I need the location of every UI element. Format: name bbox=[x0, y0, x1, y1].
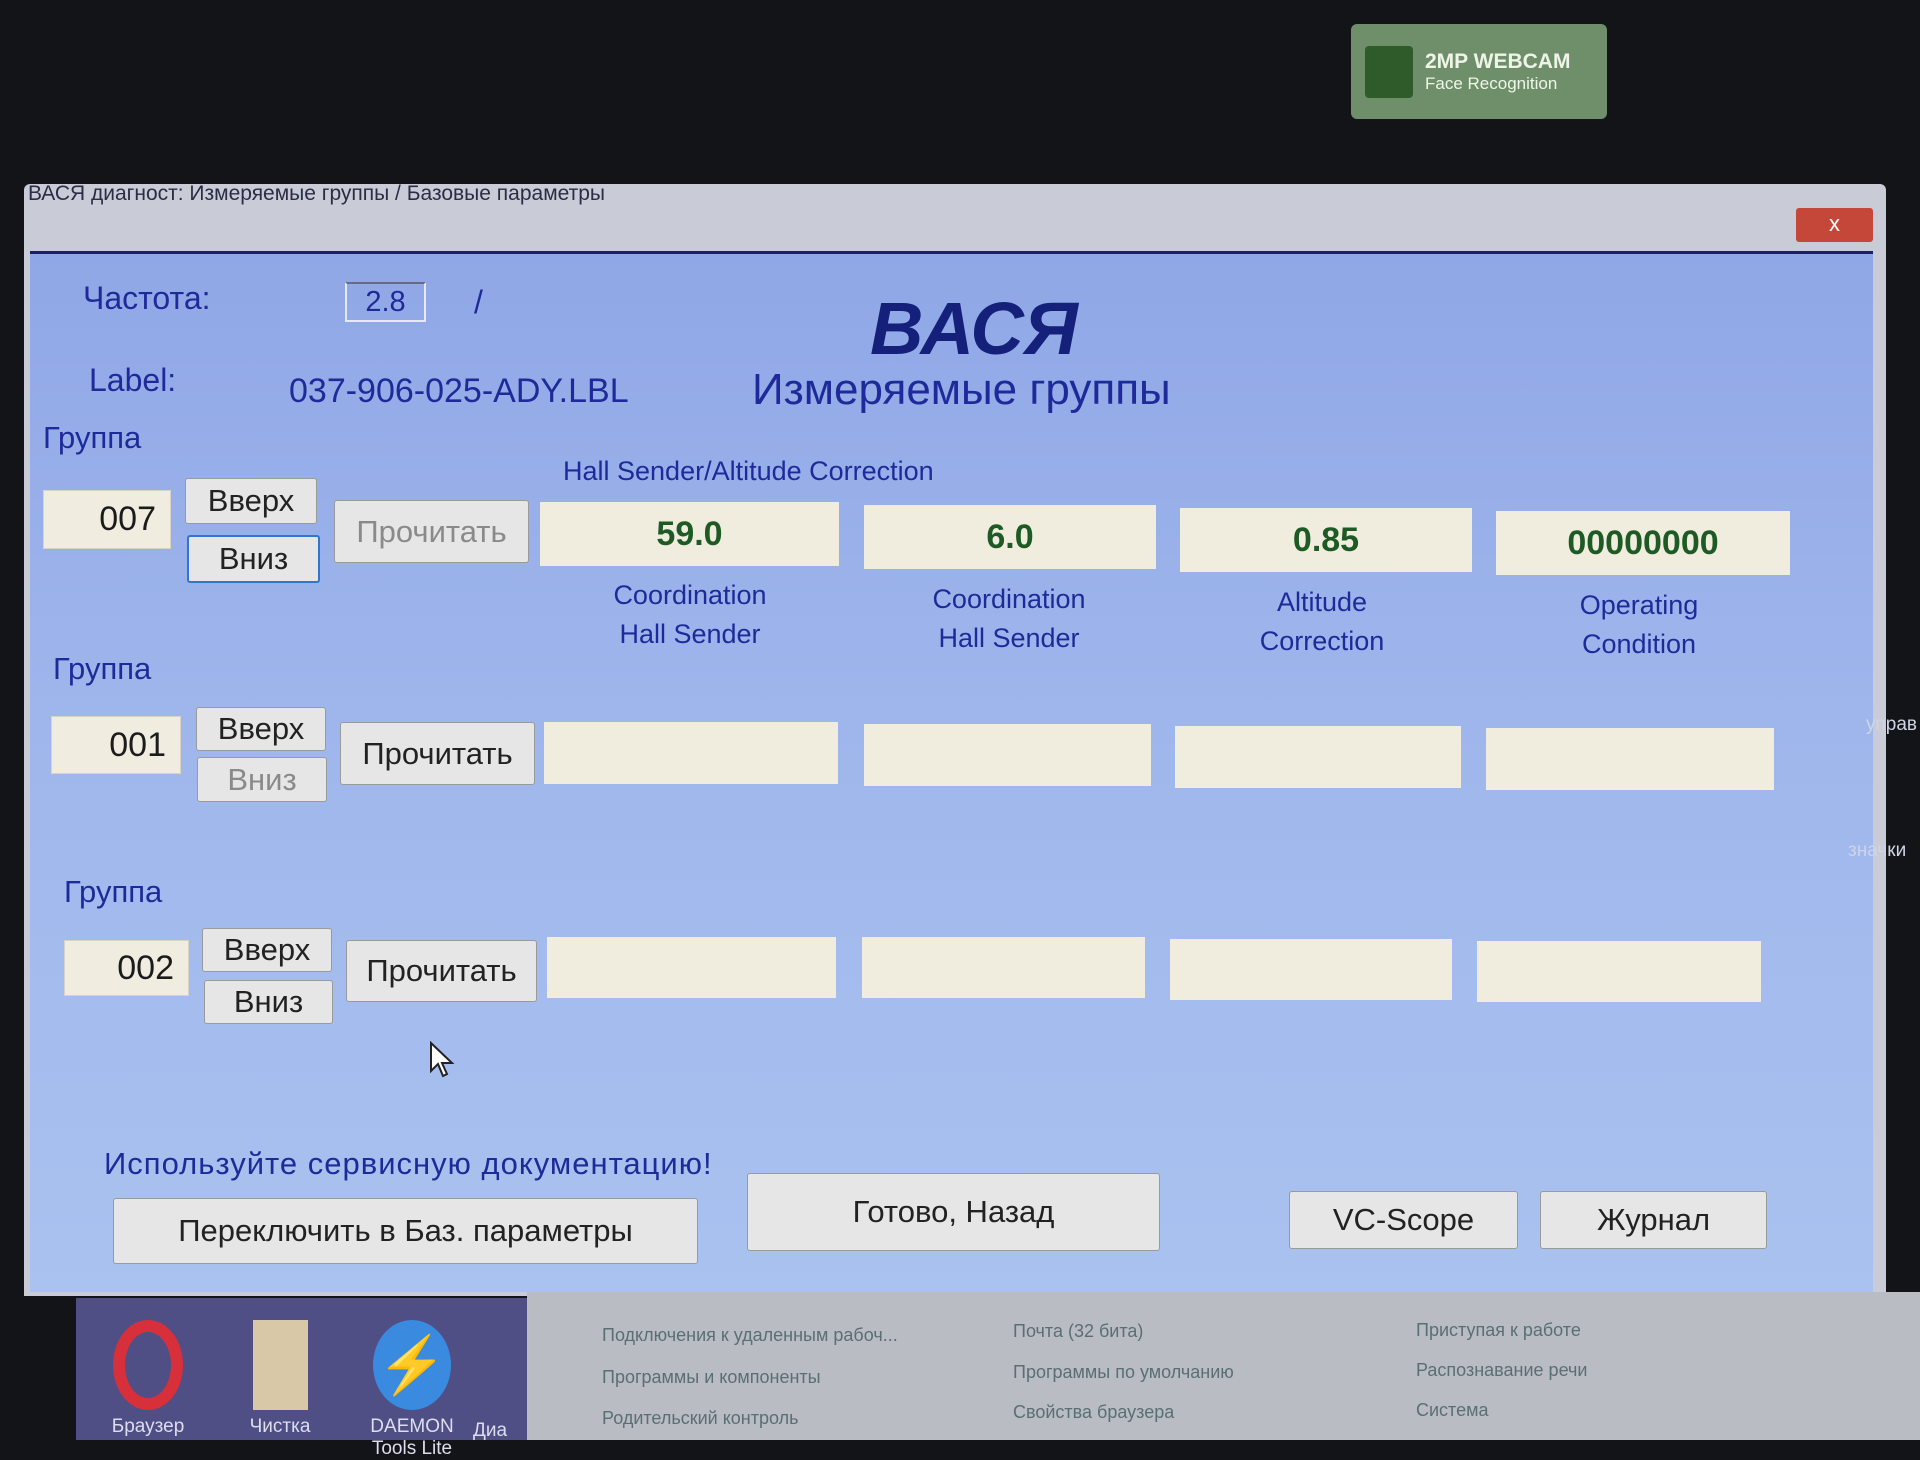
read-button[interactable]: Прочитать bbox=[346, 940, 537, 1002]
freq-value: 2.8 bbox=[345, 282, 426, 322]
app-logo-title: ВАСЯ bbox=[870, 287, 1078, 370]
group-caption: Группа bbox=[64, 874, 163, 909]
group-header: Hall Sender/Altitude Correction bbox=[563, 456, 934, 486]
webcam-badge: 2MP WEBCAM Face Recognition bbox=[1351, 24, 1607, 119]
down-button[interactable]: Вниз bbox=[197, 757, 327, 802]
label-label: Label: bbox=[89, 362, 177, 398]
up-button[interactable]: Вверх bbox=[196, 707, 326, 751]
value-field-1: 59.0 bbox=[540, 502, 839, 566]
cp-item[interactable]: Программы и компоненты bbox=[602, 1367, 821, 1388]
cp-item[interactable]: Родительский контроль bbox=[602, 1408, 799, 1429]
cp-item[interactable]: Почта (32 бита) bbox=[1013, 1321, 1143, 1342]
value-label-3: Altitude Correction bbox=[1259, 587, 1385, 656]
done-back-button[interactable]: Готово, Назад bbox=[747, 1173, 1160, 1251]
value-field-3 bbox=[1170, 939, 1452, 1000]
read-button[interactable]: Прочитать bbox=[340, 722, 535, 785]
close-button[interactable]: x bbox=[1796, 208, 1873, 242]
cp-item[interactable]: Программы по умолчанию bbox=[1013, 1362, 1234, 1383]
group-number-input[interactable]: 007 bbox=[43, 490, 171, 549]
webcam-title: 2MP WEBCAM bbox=[1425, 49, 1571, 73]
value-field-3 bbox=[1175, 726, 1461, 788]
value-label-1: Coordination Hall Sender bbox=[613, 580, 767, 649]
up-button[interactable]: Вверх bbox=[202, 928, 332, 972]
page-subtitle: Измеряемые группы bbox=[752, 365, 1171, 414]
label-value: 037-906-025-ADY.LBL bbox=[289, 372, 629, 410]
switch-basic-params-button[interactable]: Переключить в Баз. параметры bbox=[113, 1198, 698, 1264]
read-button[interactable]: Прочитать bbox=[334, 500, 529, 563]
desktop-icon-cleaner[interactable]: Чистка bbox=[220, 1320, 340, 1438]
group-number-input[interactable]: 001 bbox=[51, 716, 181, 774]
value-label-2: Coordination Hall Sender bbox=[932, 584, 1086, 653]
webcam-icon bbox=[1365, 45, 1413, 98]
desktop-icon-daemon[interactable]: ⚡ DAEMON Tools Lite bbox=[352, 1320, 472, 1460]
value-field-4 bbox=[1486, 728, 1774, 790]
background-fragment: значки bbox=[1848, 840, 1907, 861]
value-field-2 bbox=[864, 724, 1151, 786]
background-fragment: управ bbox=[1866, 714, 1918, 735]
folder-icon bbox=[252, 1320, 308, 1410]
opera-icon bbox=[113, 1320, 183, 1410]
value-field-3: 0.85 bbox=[1180, 508, 1472, 572]
value-field-2 bbox=[862, 937, 1145, 998]
value-field-4: 00000000 bbox=[1496, 511, 1790, 575]
cp-item[interactable]: Подключения к удаленным рабоч... bbox=[602, 1325, 898, 1346]
value-field-2: 6.0 bbox=[864, 505, 1156, 569]
cp-item[interactable]: Система bbox=[1416, 1400, 1489, 1421]
cp-item[interactable]: Приступая к работе bbox=[1416, 1320, 1581, 1341]
value-label-4: Operating Condition bbox=[1579, 590, 1699, 659]
window-title: ВАСЯ диагност: Измеряемые группы / Базов… bbox=[28, 182, 606, 205]
lightning-icon: ⚡ bbox=[373, 1320, 451, 1410]
group-number-input[interactable]: 002 bbox=[64, 940, 189, 996]
value-field-1 bbox=[547, 937, 836, 998]
value-field-1 bbox=[544, 722, 838, 784]
freq-separator: / bbox=[474, 284, 483, 320]
vc-scope-button[interactable]: VC-Scope bbox=[1289, 1191, 1518, 1249]
desktop-icon-browser[interactable]: Браузер bbox=[88, 1320, 208, 1438]
group-caption: Группа bbox=[43, 420, 142, 455]
cp-item[interactable]: Распознавание речи bbox=[1416, 1360, 1587, 1381]
up-button[interactable]: Вверх bbox=[185, 478, 317, 524]
value-field-4 bbox=[1477, 941, 1761, 1002]
cp-item[interactable]: Свойства браузера bbox=[1013, 1402, 1174, 1423]
desktop-icon-diag[interactable]: Диа bbox=[460, 1420, 520, 1442]
group-caption: Группа bbox=[53, 651, 152, 686]
webcam-subtitle: Face Recognition bbox=[1425, 73, 1558, 93]
down-button[interactable]: Вниз bbox=[204, 980, 333, 1024]
log-button[interactable]: Журнал bbox=[1540, 1191, 1767, 1249]
mouse-cursor-icon bbox=[430, 1041, 455, 1078]
freq-label: Частота: bbox=[83, 280, 211, 316]
warning-text: Используйте сервисную документацию! bbox=[104, 1146, 713, 1181]
down-button[interactable]: Вниз bbox=[187, 535, 320, 583]
